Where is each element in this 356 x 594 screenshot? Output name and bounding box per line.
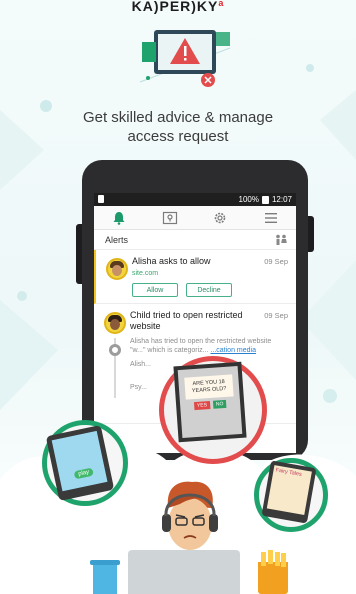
drink-cup-icon bbox=[90, 560, 120, 594]
headline-line1: Get skilled advice & manage bbox=[82, 109, 274, 126]
tab-settings[interactable] bbox=[209, 209, 231, 227]
no-button: NO bbox=[212, 399, 227, 409]
allow-button[interactable]: Allow bbox=[132, 283, 178, 297]
tablet-screen bbox=[51, 430, 108, 492]
yes-button: YES bbox=[193, 401, 211, 411]
phone-power-button bbox=[308, 216, 314, 252]
age-check-card: ARE YOU 18 YEARS OLD? YES NO bbox=[173, 361, 247, 443]
status-bar: 100% 12:07 bbox=[94, 193, 296, 206]
category-link[interactable]: ...cation media bbox=[210, 347, 256, 354]
brand-mark: a bbox=[218, 0, 225, 8]
gear-icon bbox=[214, 212, 226, 223]
tab-location[interactable] bbox=[159, 209, 181, 227]
timeline-dot bbox=[109, 344, 121, 356]
map-icon bbox=[162, 211, 177, 224]
tab-alerts[interactable] bbox=[108, 209, 130, 227]
alerts-title: Alerts bbox=[105, 234, 129, 245]
menu-icon bbox=[264, 212, 277, 223]
laptop-icon bbox=[128, 550, 240, 594]
clock: 12:07 bbox=[271, 195, 292, 204]
bell-icon bbox=[113, 211, 125, 225]
alert-time: 09 Sep bbox=[264, 311, 288, 320]
fries-icon bbox=[258, 550, 288, 594]
alert-time: 09 Sep bbox=[264, 257, 288, 266]
brand-logo: KA)PER)KYa bbox=[0, 0, 356, 14]
tablet-books: Fairy Tales bbox=[261, 460, 317, 524]
headline: Get skilled advice & manage access reque… bbox=[0, 108, 356, 146]
headline-line2: access request bbox=[127, 128, 229, 145]
age-question: ARE YOU 18 YEARS OLD? bbox=[184, 374, 234, 400]
avatar bbox=[104, 312, 126, 334]
warning-screen-illustration bbox=[139, 30, 231, 87]
decline-button[interactable]: Decline bbox=[186, 283, 232, 297]
children-icon[interactable] bbox=[274, 234, 288, 246]
brand-name: KA)PER)KY bbox=[131, 0, 219, 14]
alert-site: site.com bbox=[132, 270, 159, 277]
avatar bbox=[106, 258, 128, 280]
tab-menu[interactable] bbox=[260, 209, 282, 227]
battery-level: 100% bbox=[238, 195, 259, 204]
tab-bar bbox=[94, 206, 296, 230]
battery-icon bbox=[261, 195, 269, 204]
app-promo-screen: KA)PER)KYa Get skilled advice & manage a… bbox=[0, 0, 356, 594]
alert-detail: Alisha has tried to open the restricted … bbox=[130, 338, 272, 354]
alert-card-request[interactable]: Alisha asks to allow 09 Sep site.com All… bbox=[94, 250, 296, 304]
notification-icon bbox=[98, 195, 104, 203]
alerts-header: Alerts bbox=[94, 230, 296, 250]
phone-side-button bbox=[76, 224, 82, 284]
